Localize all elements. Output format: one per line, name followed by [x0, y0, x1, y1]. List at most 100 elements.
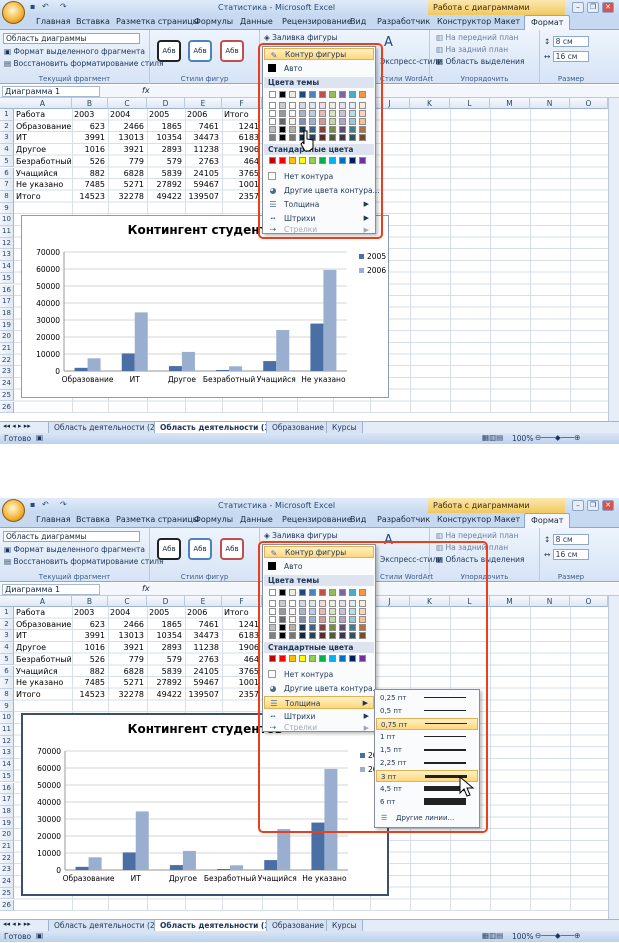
shape-fill-button[interactable]: ◈ Заливка фигуры — [264, 33, 338, 42]
table-cell[interactable]: 11238 — [187, 144, 221, 155]
row-header[interactable]: 9 — [0, 700, 14, 713]
column-header[interactable]: D — [147, 98, 185, 109]
row-header[interactable]: 17 — [0, 794, 14, 806]
column-header[interactable]: N — [530, 596, 570, 607]
table-cell[interactable]: 3765 — [224, 168, 261, 179]
column-header[interactable]: A — [14, 98, 72, 109]
vertical-scrollbar[interactable] — [608, 596, 619, 919]
tab-design[interactable]: Конструктор — [437, 17, 491, 26]
row-header[interactable]: 12 — [0, 735, 14, 748]
macro-record-icon[interactable]: ▣ — [36, 433, 43, 442]
width-field[interactable]: ↔ 16 см — [544, 549, 589, 560]
restore-icon[interactable]: ❐ — [587, 500, 599, 511]
row-header[interactable]: 11 — [0, 226, 14, 238]
table-cell[interactable]: Работа — [16, 607, 71, 618]
row-header[interactable]: 1 — [0, 607, 14, 619]
row-header[interactable]: 21 — [0, 343, 14, 355]
table-cell[interactable]: Безработный — [16, 156, 71, 167]
row-header[interactable]: 3 — [0, 132, 14, 145]
row-header[interactable]: 24 — [0, 378, 14, 390]
table-cell[interactable]: Другое — [16, 144, 71, 155]
table-cell[interactable]: 32278 — [110, 191, 146, 202]
table-cell[interactable]: 2357 — [224, 689, 261, 700]
zoom-slider[interactable]: ⊖───◆───⊕ — [535, 433, 580, 442]
table-cell[interactable]: 2006 — [187, 607, 221, 618]
column-header[interactable]: C — [108, 596, 147, 607]
tab-formulas[interactable]: Формулы — [194, 17, 233, 26]
table-cell[interactable]: 623 — [74, 121, 107, 132]
row-header[interactable]: 23 — [0, 864, 14, 877]
table-cell[interactable]: 882 — [74, 666, 107, 677]
table-cell[interactable]: 779 — [110, 156, 146, 167]
table-cell[interactable]: 10354 — [149, 132, 184, 143]
table-cell[interactable]: Итого — [224, 607, 261, 618]
table-cell[interactable]: 2466 — [110, 619, 146, 630]
tab-developer[interactable]: Разработчик — [377, 515, 430, 524]
name-box[interactable]: Диаграмма 1 — [2, 584, 100, 595]
table-cell[interactable]: Итого — [16, 689, 71, 700]
tab-page-layout[interactable]: Разметка страницы — [116, 515, 199, 524]
row-header[interactable]: 13 — [0, 249, 14, 262]
table-cell[interactable]: 32278 — [110, 689, 146, 700]
close-icon[interactable]: ✕ — [602, 500, 614, 511]
table-cell[interactable]: 7461 — [187, 121, 221, 132]
table-cell[interactable]: 59467 — [187, 677, 221, 688]
tab-format[interactable]: Формат — [524, 15, 571, 30]
shape-fill-button[interactable]: ◈ Заливка фигуры — [264, 531, 338, 540]
shape-style-2[interactable]: Абв — [188, 538, 212, 560]
office-button[interactable] — [2, 499, 25, 522]
table-cell[interactable]: Итого — [224, 109, 261, 120]
minimize-icon[interactable]: – — [572, 500, 584, 511]
table-cell[interactable]: 1865 — [149, 121, 184, 132]
row-header[interactable]: 4 — [0, 642, 14, 654]
row-header[interactable]: 8 — [0, 190, 14, 203]
table-cell[interactable]: 59467 — [187, 179, 221, 190]
row-header[interactable]: 17 — [0, 296, 14, 308]
table-cell[interactable]: 34473 — [187, 132, 221, 143]
tab-developer[interactable]: Разработчик — [377, 17, 430, 26]
table-cell[interactable]: 2466 — [110, 121, 146, 132]
shape-style-3[interactable]: Абв — [220, 40, 244, 62]
table-cell[interactable]: 13013 — [110, 630, 146, 641]
tab-page-layout[interactable]: Разметка страницы — [116, 17, 199, 26]
row-header[interactable]: 21 — [0, 841, 14, 853]
row-header[interactable]: 12 — [0, 237, 14, 250]
row-header[interactable]: 9 — [0, 202, 14, 215]
row-header[interactable]: 22 — [0, 852, 14, 865]
reset-style-button[interactable]: ▤ Восстановить форматирование стиля — [4, 557, 163, 566]
tab-home[interactable]: Главная — [36, 17, 71, 26]
table-cell[interactable]: 6828 — [110, 666, 146, 677]
row-header[interactable]: 16 — [0, 782, 14, 795]
table-cell[interactable]: 3765 — [224, 666, 261, 677]
table-cell[interactable]: Не указано — [16, 179, 71, 190]
height-field[interactable]: ↕ 8 см — [544, 534, 589, 545]
table-cell[interactable]: 464 — [224, 654, 261, 665]
column-header[interactable]: O — [570, 98, 608, 109]
table-cell[interactable]: 3921 — [110, 144, 146, 155]
table-cell[interactable]: Другое — [16, 642, 71, 653]
table-cell[interactable]: 579 — [149, 654, 184, 665]
vertical-scrollbar[interactable] — [608, 98, 619, 421]
format-selection-button[interactable]: ▣ Формат выделенного фрагмента — [4, 47, 145, 56]
save-icon[interactable]: ▪ — [30, 500, 35, 509]
table-cell[interactable]: 2763 — [187, 156, 221, 167]
tab-review[interactable]: Рецензирование — [282, 515, 352, 524]
sheet-nav-icon[interactable]: ◂◂ ◂ ▸ ▸▸ — [3, 920, 31, 928]
shape-style-3[interactable]: Абв — [220, 538, 244, 560]
table-cell[interactable]: ИТ — [16, 132, 71, 143]
bring-forward-button[interactable]: ▥ На передний план — [436, 531, 518, 540]
row-header[interactable]: 22 — [0, 354, 14, 367]
row-header[interactable]: 19 — [0, 319, 14, 332]
table-cell[interactable]: 49422 — [149, 191, 184, 202]
table-cell[interactable]: 5271 — [110, 677, 146, 688]
column-header[interactable]: K — [410, 98, 450, 109]
table-cell[interactable]: 1241 — [224, 121, 261, 132]
row-header[interactable]: 20 — [0, 829, 14, 841]
table-cell[interactable]: 3991 — [74, 630, 107, 641]
table-cell[interactable]: 7485 — [74, 677, 107, 688]
row-header[interactable]: 16 — [0, 284, 14, 297]
table-cell[interactable]: 3921 — [110, 642, 146, 653]
row-header[interactable]: 11 — [0, 724, 14, 736]
column-header[interactable]: O — [570, 596, 608, 607]
tab-data[interactable]: Данные — [240, 515, 273, 524]
